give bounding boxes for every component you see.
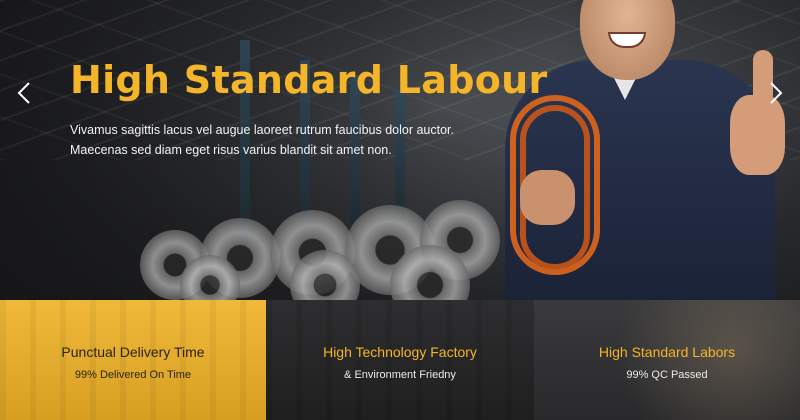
feature-subtitle: & Environment Friedny: [344, 369, 456, 381]
feature-card-delivery: Punctual Delivery Time 99% Delivered On …: [0, 300, 266, 420]
feature-subtitle: 99% QC Passed: [626, 369, 708, 381]
feature-background-image: [534, 300, 800, 420]
slide-title: High Standard Labour: [70, 58, 548, 102]
feature-background-image: [0, 300, 266, 420]
features-bar: Punctual Delivery Time 99% Delivered On …: [0, 300, 800, 420]
chevron-left-icon: [17, 82, 30, 104]
feature-title: Punctual Delivery Time: [61, 344, 205, 360]
feature-title: High Standard Labors: [598, 344, 736, 360]
feature-background-image: [266, 300, 534, 420]
feature-title: High Technology Factory: [323, 344, 477, 360]
steel-coils-image: [120, 200, 540, 300]
hero-slider: High Standard Labour Vivamus sagittis la…: [0, 0, 800, 300]
feature-card-labors: High Standard Labors 99% QC Passed: [534, 300, 800, 420]
feature-subtitle: 99% Delivered On Time: [74, 369, 192, 381]
slide-description: Vivamus sagittis lacus vel augue laoreet…: [70, 120, 454, 160]
chevron-right-icon: [770, 82, 783, 104]
worker-photo: [495, 0, 800, 300]
slider-next-button[interactable]: [764, 80, 788, 106]
slider-prev-button[interactable]: [12, 80, 36, 106]
slide-description-line: Vivamus sagittis lacus vel augue laoreet…: [70, 123, 454, 137]
slide-description-line: Maecenas sed diam eget risus varius blan…: [70, 143, 392, 157]
feature-card-technology: High Technology Factory & Environment Fr…: [266, 300, 534, 420]
